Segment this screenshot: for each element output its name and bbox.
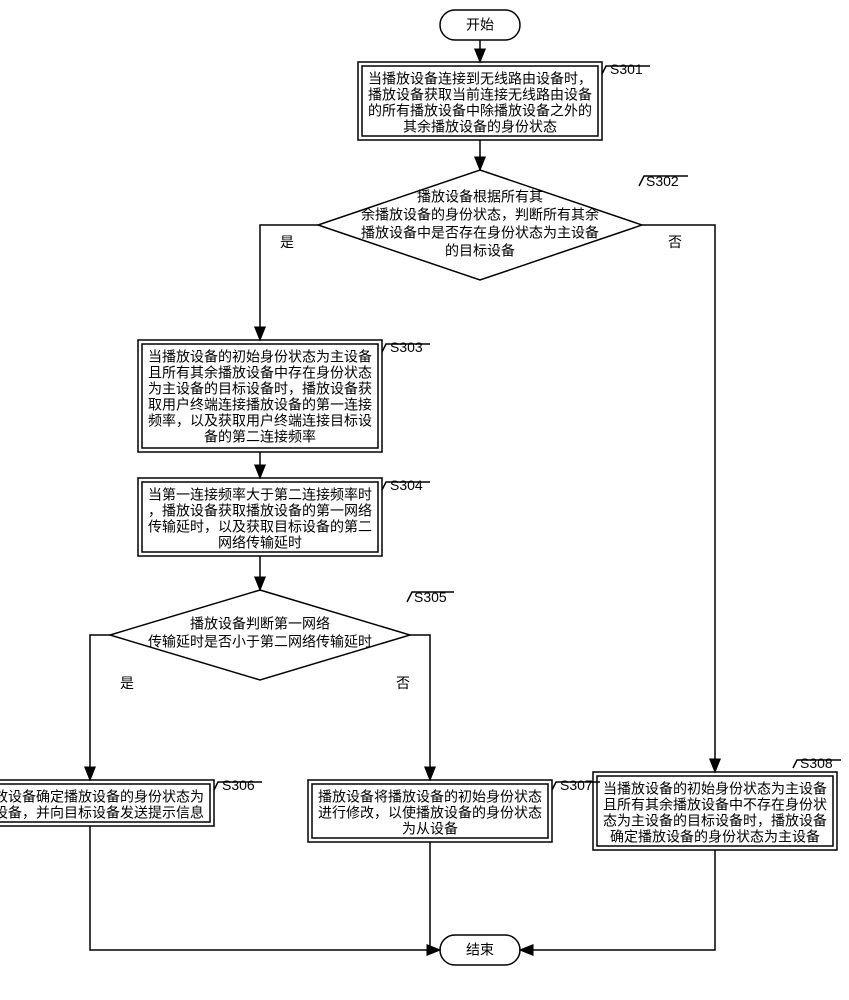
s303-line5: 频率，以及获取用户终端连接目标设 [148,413,372,429]
edge-s305-yes [90,635,110,780]
s301-line3: 的所有播放设备中除播放设备之外的 [368,103,592,119]
edge-s306-end [90,826,440,950]
edge-s305-no [410,635,430,780]
process-s307: 播放设备将播放设备的初始身份状态 进行修改，以使播放设备的身份状态 为从设备 S… [308,777,600,842]
s308-line1: 当播放设备的初始身份状态为主设备 [603,781,827,797]
s301-line2: 播放设备获取当前连接无线路由设备 [368,87,592,103]
s307-step-label: S307 [560,777,593,793]
s303-line3: 为主设备的目标设备时，播放设备获 [148,381,372,397]
s303-line2: 且所有其余播放设备中存在身份状态 [148,365,372,381]
terminal-start: 开始 [440,10,520,40]
s308-step-label: S308 [800,755,833,771]
s306-line1: 播放设备确定播放设备的身份状态为 [0,789,204,805]
s308-line2: 且所有其余播放设备中不存在身份状 [603,797,827,813]
s306-line2: 主设备，并向目标设备发送提示信息 [0,805,204,821]
process-s306: 播放设备确定播放设备的身份状态为 主设备，并向目标设备发送提示信息 S306 [0,777,262,826]
s303-line1: 当播放设备的初始身份状态为主设备 [148,349,372,365]
flowchart-canvas: 开始 当播放设备连接到无线路由设备时， 播放设备获取当前连接无线路由设备 的所有… [0,0,849,1000]
s302-line3: 播放设备中是否存在身份状态为主设备 [361,225,599,241]
edge-s308-end [520,850,715,950]
s304-line1: 当第一连接频率大于第二连接频率时 [148,487,372,503]
s307-line2: 进行修改，以使播放设备的身份状态 [318,805,542,821]
s307-line3: 为从设备 [402,821,458,837]
s301-line1: 当播放设备连接到无线路由设备时， [368,71,592,87]
s304-line2: ，播放设备获取播放设备的第一网络 [148,503,372,519]
process-s301: 当播放设备连接到无线路由设备时， 播放设备获取当前连接无线路由设备 的所有播放设… [358,61,650,140]
s302-line1: 播放设备根据所有其 [417,189,543,205]
s306-step-label: S306 [222,777,255,793]
s301-step-label: S301 [610,61,643,77]
s305-line1: 播放设备判断第一网络 [190,616,330,632]
decision-s305: 播放设备判断第一网络 传输延时是否小于第二网络传输延时 S305 [110,589,454,680]
s305-line2: 传输延时是否小于第二网络传输延时 [148,634,372,650]
s304-line3: 传输延时，以及获取目标设备的第二 [148,519,372,535]
process-s304: 当第一连接频率大于第二连接频率时 ，播放设备获取播放设备的第一网络 传输延时，以… [138,477,430,556]
edge-s305-yes-label: 是 [120,675,134,691]
terminal-start-label: 开始 [466,17,494,33]
s303-line4: 取用户终端连接播放设备的第一连接 [148,397,372,413]
process-s303: 当播放设备的初始身份状态为主设备 且所有其余播放设备中存在身份状态 为主设备的目… [138,339,430,452]
edge-s302-yes-label: 是 [280,234,294,250]
s304-step-label: S304 [390,477,423,493]
s303-step-label: S303 [390,339,423,355]
s307-line1: 播放设备将播放设备的初始身份状态 [318,789,542,805]
s304-line4: 网络传输延时 [218,535,302,551]
s302-line4: 的目标设备 [445,243,515,259]
edge-s305-no-label: 否 [396,675,410,691]
terminal-end-label: 结束 [466,942,494,958]
edge-s302-no-label: 否 [668,234,682,250]
s308-line3: 态为主设备的目标设备时，播放设备 [603,813,827,829]
decision-s302: 播放设备根据所有其 余播放设备的身份状态，判断所有其余 播放设备中是否存在身份状… [318,170,688,280]
process-s308: 当播放设备的初始身份状态为主设备 且所有其余播放设备中不存在身份状 态为主设备的… [593,755,841,850]
s302-line2: 余播放设备的身份状态，判断所有其余 [361,207,599,223]
s303-line6: 备的第二连接频率 [204,429,316,445]
terminal-end: 结束 [440,935,520,965]
s308-line4: 确定播放设备的身份状态为主设备 [610,829,820,845]
edge-s302-no [642,225,715,772]
s301-line4: 其余播放设备的身份状态 [403,119,557,135]
